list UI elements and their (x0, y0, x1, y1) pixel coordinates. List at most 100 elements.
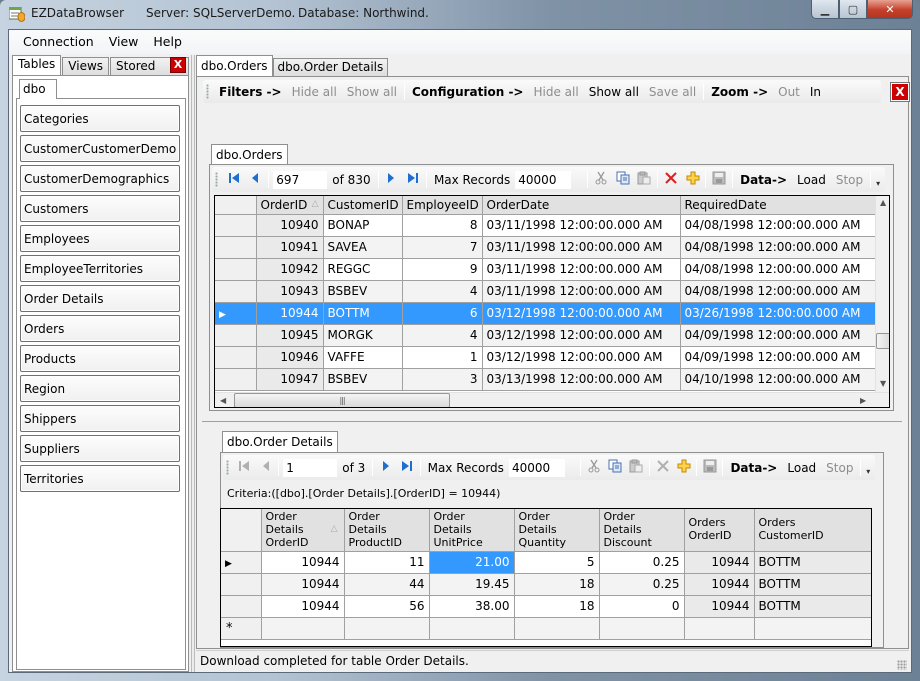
cell-customerid[interactable]: VAFFE (323, 346, 403, 369)
toolbar-overflow-button[interactable]: ▾ (863, 467, 873, 477)
toolbar-grip[interactable] (226, 460, 229, 475)
row-header-corner[interactable] (215, 196, 257, 215)
cell[interactable]: 11 (344, 551, 430, 574)
filters-hide-all-button[interactable]: Hide all (287, 85, 342, 99)
cell-orderdate[interactable]: 03/13/1998 12:00:00.000 AM (482, 368, 681, 391)
cell[interactable]: 18 (514, 573, 600, 596)
cell-employeeid[interactable]: 4 (402, 324, 483, 347)
cell-employeeid[interactable]: 9 (402, 258, 483, 281)
cell-orderid[interactable]: 10946 (256, 346, 324, 369)
cell[interactable]: 0.25 (599, 551, 685, 574)
cell[interactable]: BOTTM (754, 551, 871, 574)
cell[interactable] (754, 617, 871, 640)
table-item[interactable]: CustomerDemographics (20, 165, 180, 192)
row-header[interactable] (215, 280, 257, 303)
table-row[interactable]: 10943 BSBEV 4 03/11/1998 12:00:00.000 AM 04/… (215, 280, 876, 303)
column-header[interactable]: Order Details UnitPrice (429, 509, 515, 552)
config-hide-all-button[interactable]: Hide all (529, 85, 584, 99)
menu-view[interactable]: View (102, 30, 146, 54)
cell[interactable] (261, 617, 345, 640)
cell-requireddate[interactable]: 04/08/1998 12:00:00.000 AM (680, 280, 876, 303)
cell-orderdate[interactable]: 03/12/1998 12:00:00.000 AM (482, 324, 681, 347)
cell-customerid[interactable]: BSBEV (323, 280, 403, 303)
stop-button[interactable]: Stop (821, 461, 858, 475)
cell[interactable]: 10944 (261, 595, 345, 618)
cell-orderid[interactable]: 10943 (256, 280, 324, 303)
cell[interactable]: 10944 (261, 551, 345, 574)
column-header[interactable]: OrderID △ (256, 196, 324, 215)
schema-tab-dbo[interactable]: dbo (19, 79, 57, 99)
cell-employeeid[interactable]: 1 (402, 346, 483, 369)
column-header[interactable]: OrderDate (482, 196, 681, 215)
new-row-marker[interactable]: * (221, 617, 262, 640)
cell[interactable] (599, 617, 685, 640)
tab-close-button[interactable]: X (890, 82, 910, 102)
table-item[interactable]: Region (20, 375, 180, 402)
table-row[interactable]: 10940 BONAP 8 03/11/1998 12:00:00.000 AM 04/… (215, 214, 876, 237)
cell[interactable]: 19.45 (429, 573, 515, 596)
save-button[interactable] (708, 170, 730, 190)
cell-orderid[interactable]: 10944 (256, 302, 324, 325)
new-row[interactable]: * (221, 617, 871, 640)
cell-orderdate[interactable]: 03/12/1998 12:00:00.000 AM (482, 346, 681, 369)
cell-orderid[interactable]: 10940 (256, 214, 324, 237)
cell-orderdate[interactable]: 03/11/1998 12:00:00.000 AM (482, 214, 681, 237)
panel-divider[interactable] (202, 421, 902, 422)
previous-record-button[interactable] (245, 170, 267, 190)
config-show-all-button[interactable]: Show all (584, 85, 644, 99)
stop-button[interactable]: Stop (831, 173, 868, 187)
column-header[interactable]: Order Details Quantity (514, 509, 600, 552)
paste-button[interactable] (626, 458, 647, 478)
cell-orderdate[interactable]: 03/11/1998 12:00:00.000 AM (482, 280, 681, 303)
tab-tables[interactable]: Tables (12, 55, 62, 76)
cell-orderid[interactable]: 10945 (256, 324, 324, 347)
window-close-button[interactable]: ✕ (867, 0, 913, 19)
orders-horizontal-scrollbar[interactable]: ◀ ||| ▶ (215, 392, 889, 407)
cell[interactable]: 10944 (684, 595, 755, 618)
cell-requireddate[interactable]: 04/08/1998 12:00:00.000 AM (680, 258, 876, 281)
toolbar-grip[interactable] (215, 172, 218, 187)
record-position-input[interactable] (273, 170, 328, 189)
first-record-button[interactable] (223, 170, 245, 190)
minimize-button[interactable]: ▁ (811, 0, 839, 19)
panel-splitter[interactable] (191, 55, 195, 672)
max-records-input[interactable] (515, 170, 572, 189)
table-row[interactable]: 10942 REGGC 9 03/11/1998 12:00:00.000 AM 04/… (215, 258, 876, 281)
column-header[interactable]: Order Details Discount (599, 509, 685, 552)
last-record-button[interactable] (396, 458, 417, 478)
cell-customerid[interactable]: BOTTM (323, 302, 403, 325)
zoom-out-button[interactable]: Out (773, 85, 805, 99)
column-header[interactable]: Order Details OrderID △ (261, 509, 345, 552)
row-header[interactable] (221, 595, 262, 618)
table-item[interactable]: EmployeeTerritories (20, 255, 180, 282)
row-header[interactable] (215, 346, 257, 369)
column-header[interactable]: CustomerID (323, 196, 403, 215)
row-header-corner[interactable] (221, 509, 262, 552)
table-row[interactable]: 10947 BSBEV 3 03/13/1998 12:00:00.000 AM 04/… (215, 368, 876, 391)
cell-orderid[interactable]: 10942 (256, 258, 324, 281)
delete-record-button[interactable] (652, 458, 673, 478)
tab-dbo-orders[interactable]: dbo.Orders (196, 55, 273, 77)
cell-customerid[interactable]: BONAP (323, 214, 403, 237)
cell-customerid[interactable]: BSBEV (323, 368, 403, 391)
table-item[interactable]: Employees (20, 225, 180, 252)
table-row[interactable]: 10946 VAFFE 1 03/12/1998 12:00:00.000 AM 04/… (215, 346, 876, 369)
row-header[interactable] (215, 214, 257, 237)
cell[interactable] (514, 617, 600, 640)
table-row[interactable]: ▶ 10944 11 21.00 5 0.25 10944 BOTTM (221, 551, 871, 574)
filters-show-all-button[interactable]: Show all (342, 85, 402, 99)
table-item[interactable]: Shippers (20, 405, 180, 432)
cell[interactable]: 0 (599, 595, 685, 618)
table-item[interactable]: Products (20, 345, 180, 372)
order-details-subtab[interactable]: dbo.Order Details (222, 431, 338, 452)
cell-customerid[interactable]: MORGK (323, 324, 403, 347)
scroll-left-icon[interactable]: ◀ (220, 396, 226, 405)
cell-employeeid[interactable]: 3 (402, 368, 483, 391)
orders-subtab[interactable]: dbo.Orders (211, 144, 288, 165)
copy-button[interactable] (605, 458, 626, 478)
menu-connection[interactable]: Connection (16, 30, 101, 54)
save-button[interactable] (699, 458, 720, 478)
last-record-button[interactable] (402, 170, 424, 190)
table-row[interactable]: 10941 SAVEA 7 03/11/1998 12:00:00.000 AM 04/… (215, 236, 876, 259)
scroll-up-icon[interactable]: ▲ (880, 198, 886, 207)
